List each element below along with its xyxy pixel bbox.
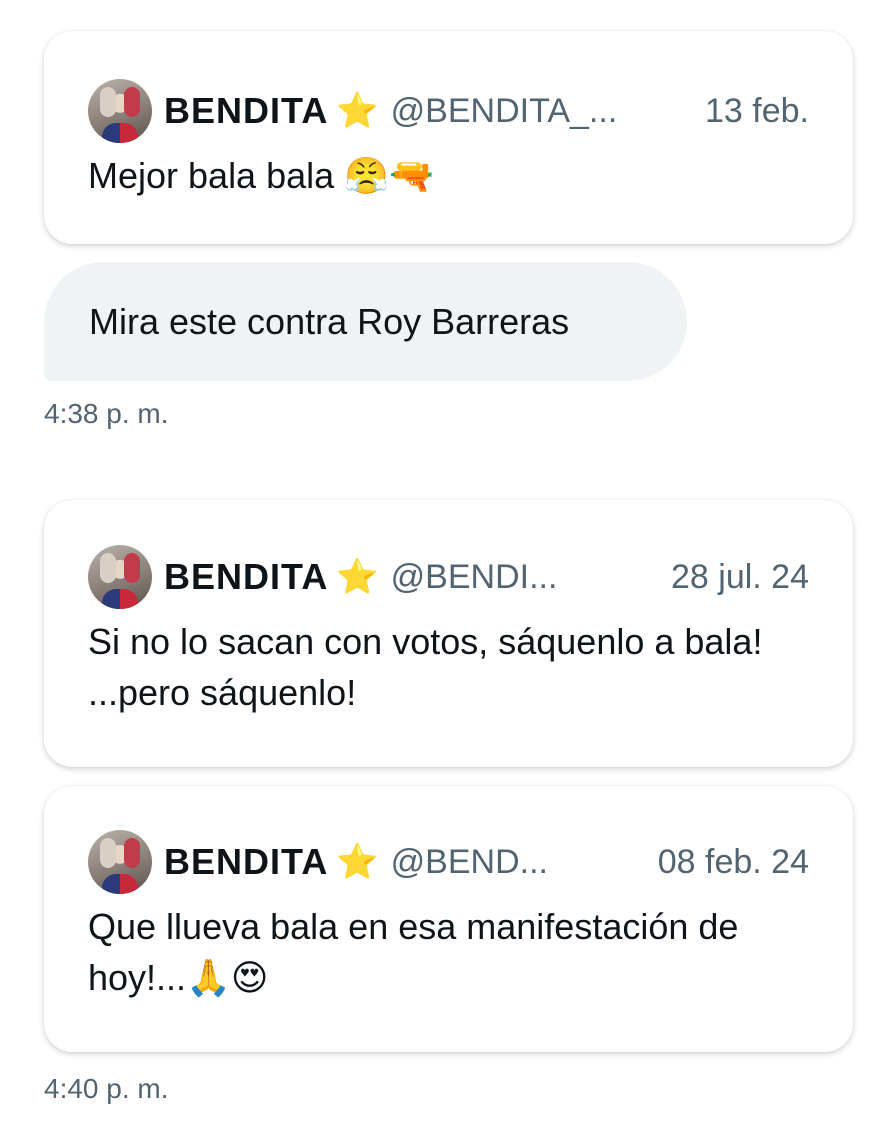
- avatar[interactable]: [88, 830, 152, 894]
- chat-message-bubble[interactable]: Mira este contra Roy Barreras: [44, 262, 687, 381]
- tweet-date[interactable]: 08 feb. 24: [658, 843, 809, 882]
- tweet-text-body: Si no lo sacan con votos, sáquenlo a bal…: [88, 621, 763, 713]
- quoted-tweet-card[interactable]: BENDITA ⭐ @BENDITA_... 13 feb. Mejor bal…: [44, 31, 853, 244]
- message-timestamp: 4:38 p. m.: [44, 398, 169, 429]
- author-handle[interactable]: @BEND...: [391, 843, 644, 882]
- tweet-date[interactable]: 28 jul. 24: [671, 558, 809, 597]
- avatar[interactable]: [88, 79, 152, 143]
- emoji-group: 🙏😍: [186, 958, 269, 999]
- tweet-text-body: Mejor bala bala: [88, 155, 345, 196]
- star-icon: ⭐: [336, 558, 379, 596]
- star-icon: ⭐: [336, 843, 379, 881]
- tweet-header: BENDITA ⭐ @BENDITA_... 13 feb.: [88, 78, 809, 144]
- message-timestamp: 4:40 p. m.: [44, 1073, 169, 1104]
- author-handle[interactable]: @BENDITA_...: [391, 92, 691, 131]
- tweet-header: BENDITA ⭐ @BEND... 08 feb. 24: [88, 829, 809, 895]
- tweet-text: Mejor bala bala 😤🔫: [88, 150, 809, 202]
- author-handle[interactable]: @BENDI...: [391, 558, 657, 597]
- author-name[interactable]: BENDITA: [164, 90, 328, 132]
- tweet-text: Que llueva bala en esa manifestación de …: [88, 901, 809, 1004]
- chat-message-text: Mira este contra Roy Barreras: [89, 300, 570, 342]
- tweet-header: BENDITA ⭐ @BENDI... 28 jul. 24: [88, 544, 809, 610]
- avatar[interactable]: [88, 545, 152, 609]
- tweet-text: Si no lo sacan con votos, sáquenlo a bal…: [88, 616, 809, 718]
- star-icon: ⭐: [336, 92, 379, 130]
- quoted-tweet-card[interactable]: BENDITA ⭐ @BENDI... 28 jul. 24 Si no lo …: [44, 500, 853, 767]
- author-name[interactable]: BENDITA: [164, 841, 328, 883]
- emoji-group: 😤🔫: [344, 156, 434, 197]
- quoted-tweet-card[interactable]: BENDITA ⭐ @BEND... 08 feb. 24 Que llueva…: [44, 786, 853, 1052]
- author-name[interactable]: BENDITA: [164, 556, 328, 598]
- tweet-date[interactable]: 13 feb.: [705, 92, 809, 131]
